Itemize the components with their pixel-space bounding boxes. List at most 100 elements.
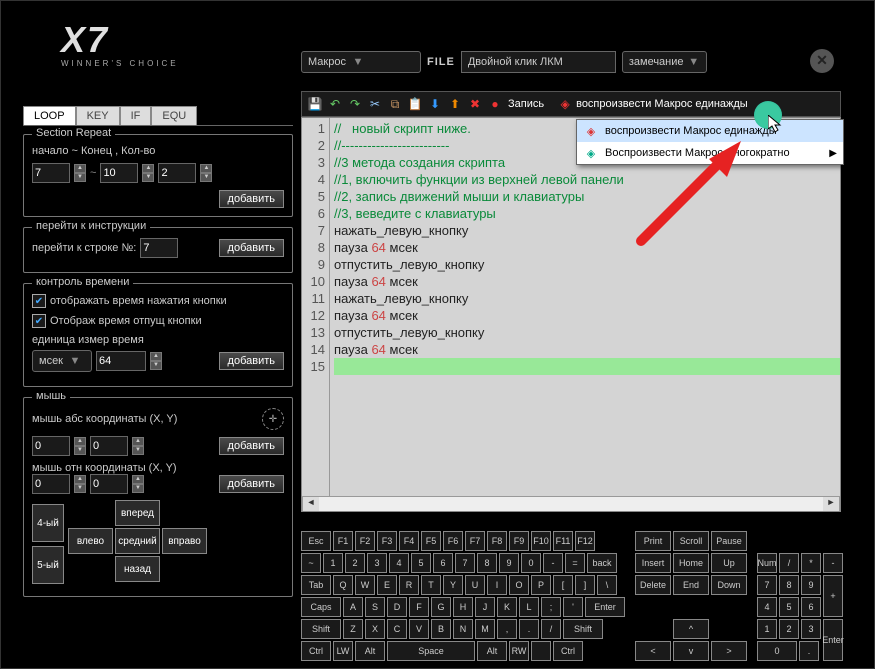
- tab-if[interactable]: IF: [120, 106, 152, 125]
- mouse-abs-add-button[interactable]: добавить: [219, 437, 284, 455]
- scroll-left-icon[interactable]: ◄: [303, 497, 319, 511]
- mouse-btn-left[interactable]: влево: [68, 528, 113, 554]
- key-9[interactable]: 9: [499, 553, 519, 573]
- key-scroll[interactable]: Scroll: [673, 531, 709, 551]
- spin-up[interactable]: ▲: [132, 437, 144, 446]
- key-v[interactable]: v: [673, 641, 709, 661]
- key-rw[interactable]: RW: [509, 641, 529, 661]
- delete-icon[interactable]: ✖: [466, 95, 484, 113]
- close-button[interactable]: ✕: [810, 49, 834, 73]
- key-num[interactable]: Num: [757, 553, 777, 573]
- key-*[interactable]: *: [801, 553, 821, 573]
- key-f12[interactable]: F12: [575, 531, 595, 551]
- key-f[interactable]: F: [409, 597, 429, 617]
- repeat-end-input[interactable]: [100, 163, 138, 183]
- crosshair-icon[interactable]: ✛: [262, 408, 284, 430]
- spin-down[interactable]: ▼: [74, 173, 86, 182]
- mouse-btn-middle[interactable]: средний: [115, 528, 160, 554]
- checkbox-press-time[interactable]: ✔: [32, 294, 46, 308]
- key-c[interactable]: C: [387, 619, 407, 639]
- key-1[interactable]: 1: [323, 553, 343, 573]
- key-7[interactable]: 7: [757, 575, 777, 595]
- key-b[interactable]: B: [431, 619, 451, 639]
- key-m[interactable]: M: [475, 619, 495, 639]
- key-n[interactable]: N: [453, 619, 473, 639]
- key-][interactable]: ]: [575, 575, 595, 595]
- key-tab[interactable]: Tab: [301, 575, 331, 595]
- key->[interactable]: >: [711, 641, 747, 661]
- checkbox-release-time[interactable]: ✔: [32, 314, 46, 328]
- key-'[interactable]: ': [563, 597, 583, 617]
- key-f8[interactable]: F8: [487, 531, 507, 551]
- key-k[interactable]: K: [497, 597, 517, 617]
- key-0[interactable]: 0: [521, 553, 541, 573]
- goto-add-button[interactable]: добавить: [219, 239, 284, 257]
- key-f6[interactable]: F6: [443, 531, 463, 551]
- key-f4[interactable]: F4: [399, 531, 419, 551]
- spin-up[interactable]: ▲: [142, 164, 154, 173]
- abs-y-input[interactable]: [90, 436, 128, 456]
- redo-icon[interactable]: ↷: [346, 95, 364, 113]
- spin-down[interactable]: ▼: [132, 484, 144, 493]
- key-<[interactable]: <: [635, 641, 671, 661]
- key-^[interactable]: ^: [673, 619, 709, 639]
- key-q[interactable]: Q: [333, 575, 353, 595]
- key-4[interactable]: 4: [757, 597, 777, 617]
- timing-add-button[interactable]: добавить: [219, 352, 284, 370]
- key-esc[interactable]: Esc: [301, 531, 331, 551]
- key-w[interactable]: W: [355, 575, 375, 595]
- spin-up[interactable]: ▲: [200, 164, 212, 173]
- key-d[interactable]: D: [387, 597, 407, 617]
- time-value-input[interactable]: [96, 351, 146, 371]
- paste-icon[interactable]: 📋: [406, 95, 424, 113]
- key-8[interactable]: 8: [477, 553, 497, 573]
- play-once-icon[interactable]: ◈: [556, 95, 574, 113]
- horizontal-scrollbar[interactable]: ◄ ►: [302, 496, 840, 512]
- spin-up[interactable]: ▲: [74, 164, 86, 173]
- key-.[interactable]: .: [799, 641, 819, 661]
- key-\[interactable]: \: [597, 575, 617, 595]
- key-0[interactable]: 0: [757, 641, 797, 661]
- key-numpad-plus[interactable]: +: [823, 575, 843, 617]
- undo-icon[interactable]: ↶: [326, 95, 344, 113]
- key-lw[interactable]: LW: [333, 641, 353, 661]
- key-4[interactable]: 4: [389, 553, 409, 573]
- key-o[interactable]: O: [509, 575, 529, 595]
- key-x[interactable]: X: [365, 619, 385, 639]
- key-end[interactable]: End: [673, 575, 709, 595]
- key-9[interactable]: 9: [801, 575, 821, 595]
- key-back[interactable]: back: [587, 553, 617, 573]
- key-caps[interactable]: Caps: [301, 597, 341, 617]
- mouse-btn-back[interactable]: назад: [115, 556, 160, 582]
- spin-up[interactable]: ▲: [74, 475, 86, 484]
- spin-down[interactable]: ▼: [74, 446, 86, 455]
- cut-icon[interactable]: ✂: [366, 95, 384, 113]
- macro-dropdown[interactable]: Макрос ▼: [301, 51, 421, 73]
- key-alt[interactable]: Alt: [355, 641, 385, 661]
- key-f2[interactable]: F2: [355, 531, 375, 551]
- key-up[interactable]: Up: [711, 553, 747, 573]
- key-2[interactable]: 2: [779, 619, 799, 639]
- key-/[interactable]: /: [541, 619, 561, 639]
- key-r[interactable]: R: [399, 575, 419, 595]
- spin-down[interactable]: ▼: [200, 173, 212, 182]
- copy-icon[interactable]: ⧉: [386, 95, 404, 113]
- key-f11[interactable]: F11: [553, 531, 573, 551]
- mouse-btn-forward[interactable]: вперед: [115, 500, 160, 526]
- key-7[interactable]: 7: [455, 553, 475, 573]
- key-p[interactable]: P: [531, 575, 551, 595]
- download-icon[interactable]: ⬇: [426, 95, 444, 113]
- key-ctrl[interactable]: Ctrl: [301, 641, 331, 661]
- key-a[interactable]: A: [343, 597, 363, 617]
- play-once-label[interactable]: воспроизвести Макрос единажды: [576, 98, 748, 110]
- key-/[interactable]: /: [779, 553, 799, 573]
- key-.[interactable]: .: [519, 619, 539, 639]
- key-e[interactable]: E: [377, 575, 397, 595]
- key--[interactable]: -: [543, 553, 563, 573]
- key-3[interactable]: 3: [801, 619, 821, 639]
- mouse-btn-right[interactable]: вправо: [162, 528, 207, 554]
- key-3[interactable]: 3: [367, 553, 387, 573]
- spin-down[interactable]: ▼: [132, 446, 144, 455]
- key-insert[interactable]: Insert: [635, 553, 671, 573]
- upload-icon[interactable]: ⬆: [446, 95, 464, 113]
